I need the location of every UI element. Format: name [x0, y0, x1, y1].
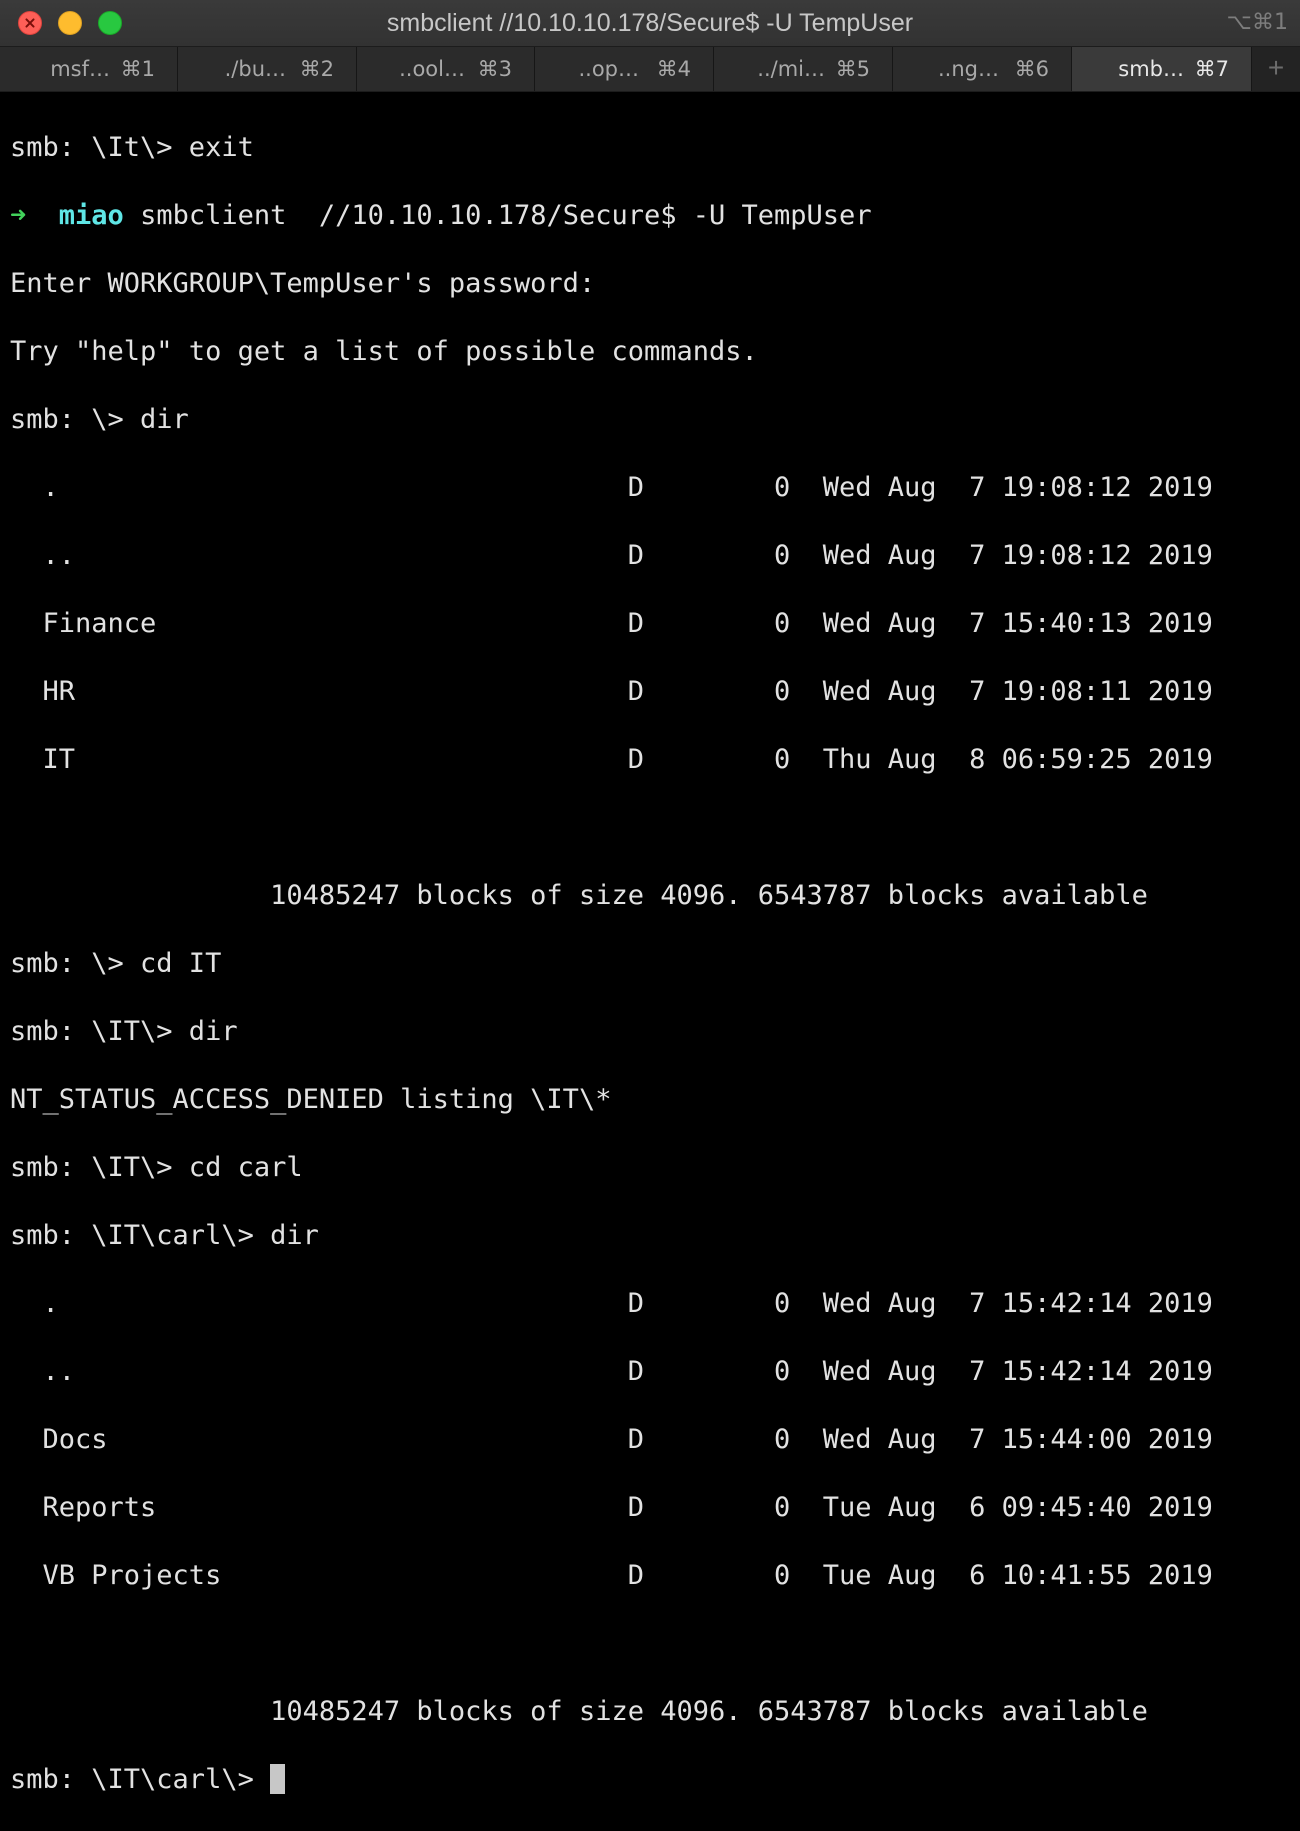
- window-title: smbclient //10.10.10.178/Secure$ -U Temp…: [386, 9, 914, 37]
- terminal-line: .. D 0 Wed Aug 7 15:42:14 2019: [10, 1356, 1213, 1387]
- terminal-line: smb: \IT\> dir: [10, 1016, 238, 1047]
- terminal-line: . D 0 Wed Aug 7 19:08:12 2019: [10, 472, 1213, 503]
- tab-label: ../mi…: [757, 57, 825, 81]
- tab-label: ..op…: [578, 57, 639, 81]
- tab-label: smb…: [1118, 57, 1184, 81]
- tab-shortcut: ⌘3: [477, 57, 512, 81]
- terminal-line: IT D 0 Thu Aug 8 06:59:25 2019: [10, 744, 1213, 775]
- add-tab-button[interactable]: +: [1252, 47, 1300, 91]
- terminal-line: 10485247 blocks of size 4096. 6543787 bl…: [10, 1696, 1148, 1727]
- terminal-prompt: smb: \IT\carl\>: [10, 1764, 271, 1795]
- terminal-output[interactable]: smb: \It\> exit ➜ miao smbclient //10.10…: [10, 97, 1295, 1831]
- tab-shortcut: ⌘4: [656, 57, 691, 81]
- tab-2[interactable]: ./bu… ⌘2: [178, 47, 357, 91]
- terminal-line: NT_STATUS_ACCESS_DENIED listing \IT\*: [10, 1084, 612, 1115]
- tab-shortcut: ⌘2: [299, 57, 334, 81]
- terminal-line: 10485247 blocks of size 4096. 6543787 bl…: [10, 880, 1148, 911]
- tab-label: ./bu…: [224, 57, 286, 81]
- prompt-arrow-icon: ➜: [10, 200, 27, 231]
- terminal-line: Try "help" to get a list of possible com…: [10, 336, 758, 367]
- tab-label: ..ool…: [399, 57, 465, 81]
- terminal-cursor: [270, 1764, 286, 1794]
- terminal-line: smb: \> cd IT: [10, 948, 222, 979]
- terminal-current-line[interactable]: smb: \IT\carl\>: [10, 1763, 1295, 1797]
- prompt-user: miao: [58, 200, 124, 231]
- terminal-line: Reports D 0 Tue Aug 6 09:45:40 2019: [10, 1492, 1213, 1523]
- terminal-command: smbclient //10.10.10.178/Secure$ -U Temp…: [140, 200, 872, 231]
- tab-5[interactable]: ../mi… ⌘5: [714, 47, 893, 91]
- terminal-line: VB Projects D 0 Tue Aug 6 10:41:55 2019: [10, 1560, 1213, 1591]
- terminal-line: Enter WORKGROUP\TempUser's password:: [10, 268, 596, 299]
- tab-shortcut: ⌘1: [120, 57, 155, 81]
- tab-bar: msf… ⌘1 ./bu… ⌘2 ..ool… ⌘3 ..op… ⌘4 ../mi… ⌘5…: [0, 46, 1300, 92]
- tab-label: ..ng…: [938, 57, 999, 81]
- tab-label: msf…: [50, 57, 110, 81]
- tab-shortcut: ⌘7: [1194, 57, 1229, 81]
- tab-1[interactable]: msf… ⌘1: [0, 47, 178, 91]
- tab-6[interactable]: ..ng… ⌘6: [893, 47, 1072, 91]
- tab-4[interactable]: ..op… ⌘4: [535, 47, 714, 91]
- terminal-line: . D 0 Wed Aug 7 15:42:14 2019: [10, 1288, 1213, 1319]
- tab-shortcut: ⌘5: [835, 57, 870, 81]
- tab-7[interactable]: smb… ⌘7: [1072, 47, 1252, 91]
- window-shortcut: ⌥⌘1: [1226, 10, 1288, 35]
- terminal-line: smb: \> dir: [10, 404, 189, 435]
- terminal-line: smb: \IT\carl\> dir: [10, 1220, 319, 1251]
- tab-3[interactable]: ..ool… ⌘3: [357, 47, 535, 91]
- title-bar: smbclient //10.10.10.178/Secure$ -U Temp…: [0, 0, 1300, 46]
- tab-shortcut: ⌘6: [1014, 57, 1049, 81]
- terminal-line: .. D 0 Wed Aug 7 19:08:12 2019: [10, 540, 1213, 571]
- terminal-line: Finance D 0 Wed Aug 7 15:40:13 2019: [10, 608, 1213, 639]
- terminal-prompt-line: ➜ miao smbclient //10.10.10.178/Secure$ …: [10, 199, 1295, 233]
- terminal-line: Docs D 0 Wed Aug 7 15:44:00 2019: [10, 1424, 1213, 1455]
- terminal-line: smb: \It\> exit: [10, 132, 254, 163]
- terminal-line: HR D 0 Wed Aug 7 19:08:11 2019: [10, 676, 1213, 707]
- terminal-line: smb: \IT\> cd carl: [10, 1152, 303, 1183]
